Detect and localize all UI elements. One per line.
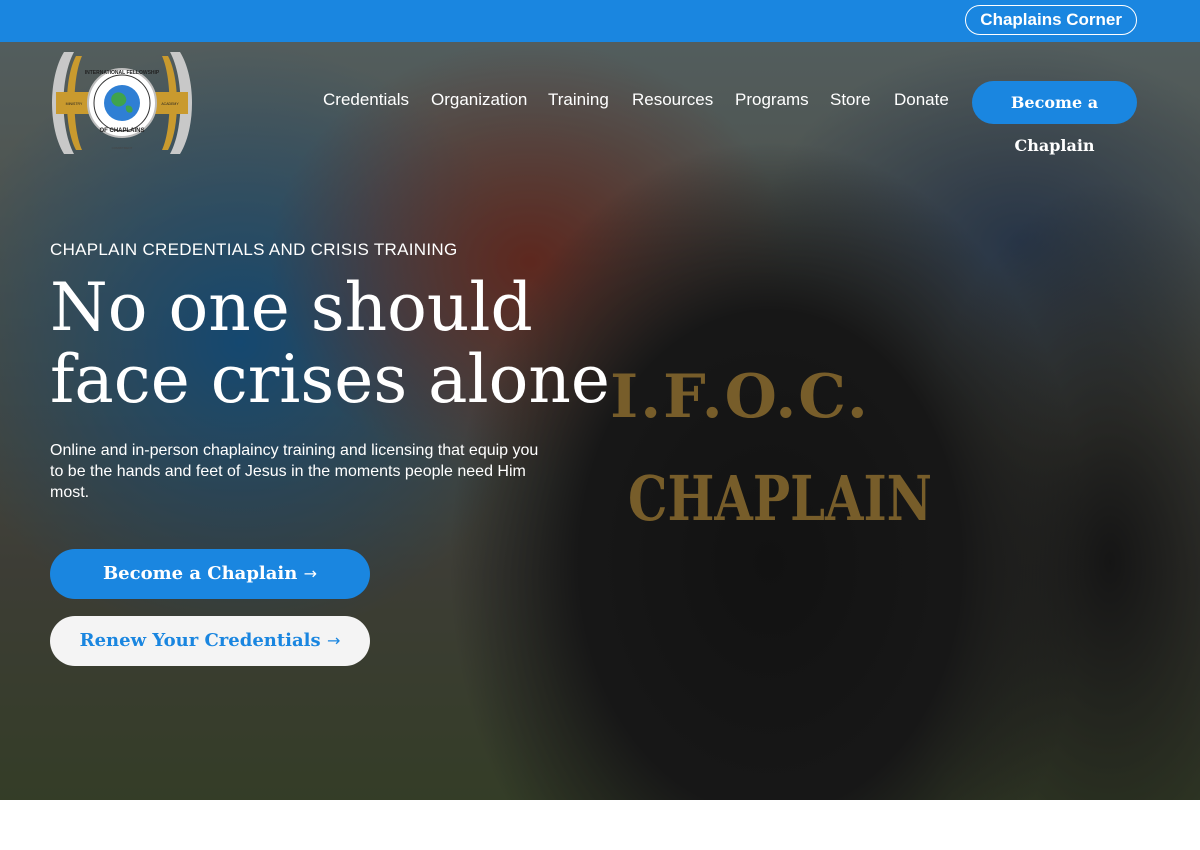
nav-donate[interactable]: Donate	[894, 90, 949, 110]
nav-credentials[interactable]: Credentials	[323, 90, 409, 110]
hero-subtext: Online and in-person chaplaincy training…	[50, 442, 539, 501]
nav-training[interactable]: Training	[548, 90, 609, 110]
svg-text:ACADEMY: ACADEMY	[161, 102, 179, 106]
hero-section: I.F.O.C. CHAPLAIN INTERNATIONAL FELLOWSH…	[0, 42, 1200, 800]
renew-credentials-label: Renew Your Credentials	[79, 630, 321, 651]
svg-text:MINISTRY: MINISTRY	[66, 102, 83, 106]
headline-line-1: No one should	[50, 269, 533, 346]
arrow-right-icon: →	[326, 631, 341, 650]
nav-resources[interactable]: Resources	[632, 90, 713, 110]
top-bar: Chaplains Corner	[0, 0, 1200, 42]
nav-store[interactable]: Store	[830, 90, 871, 110]
become-chaplain-label: Become a Chaplain	[102, 563, 298, 584]
become-chaplain-nav-button[interactable]: Become a Chaplain	[972, 81, 1137, 155]
chaplains-corner-button[interactable]: Chaplains Corner	[965, 5, 1137, 35]
headline-line-2: face crises alone	[50, 341, 610, 418]
become-chaplain-button[interactable]: Become a Chaplain →	[50, 549, 370, 599]
svg-text:INTERNATIONAL FELLOWSHIP: INTERNATIONAL FELLOWSHIP	[85, 70, 160, 76]
renew-credentials-button[interactable]: Renew Your Credentials →	[50, 616, 370, 666]
ifoc-logo[interactable]: INTERNATIONAL FELLOWSHIP OF CHAPLAINS MI…	[50, 48, 194, 158]
hero-eyebrow: CHAPLAIN CREDENTIALS AND CRISIS TRAINING	[50, 240, 458, 259]
nav-programs[interactable]: Programs	[735, 90, 809, 110]
nav-organization[interactable]: Organization	[431, 90, 527, 110]
arrow-right-icon: →	[303, 564, 318, 583]
hero-headline: No one should face crises alone	[50, 272, 610, 416]
svg-text:OF CHAPLAINS: OF CHAPLAINS	[100, 128, 145, 134]
svg-text:COMMITMENT: COMMITMENT	[112, 146, 133, 150]
